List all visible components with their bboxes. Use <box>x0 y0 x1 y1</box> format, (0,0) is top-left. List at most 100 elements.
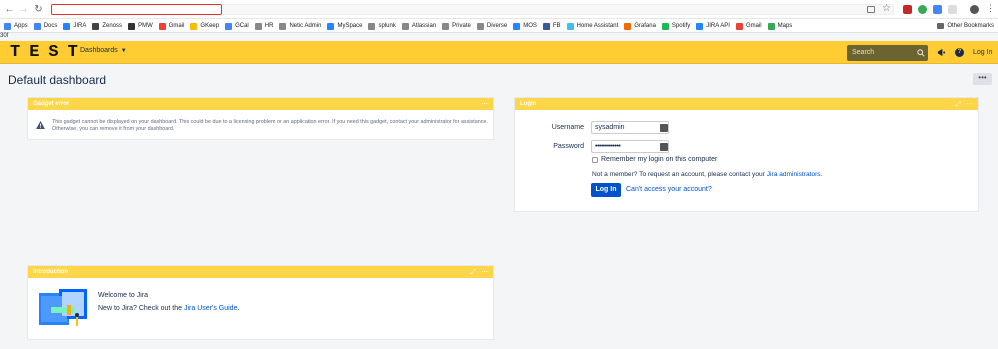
extension-icon[interactable] <box>948 5 957 14</box>
bookmark-icon <box>128 22 136 30</box>
bookmark-icon <box>566 22 574 30</box>
gadget-header: Introduction ⤢ ⋯ <box>28 266 493 278</box>
password-label: Password <box>553 143 584 150</box>
bookmark-icon <box>513 22 521 30</box>
bookmark-item[interactable]: Grafana <box>624 19 656 32</box>
bookmark-item[interactable]: PMW <box>128 19 153 32</box>
warning-icon <box>36 121 45 129</box>
bookmark-label: Gmail <box>168 23 185 29</box>
bookmark-icon <box>225 22 233 30</box>
bookmark-item[interactable]: FB <box>542 19 561 32</box>
menu-icon[interactable]: ⋮ <box>986 3 995 14</box>
bookmark-label: Apps <box>14 23 28 29</box>
gadget-title: Introduction <box>33 269 68 275</box>
profile-avatar-icon[interactable] <box>970 5 979 14</box>
more-icon[interactable]: ⋯ <box>481 269 488 276</box>
bookmark-label: Maps <box>777 23 793 29</box>
cast-icon[interactable] <box>867 6 875 13</box>
reload-icon[interactable]: ↻ <box>33 4 44 15</box>
bookmark-label: PMW <box>138 23 153 29</box>
bookmark-item[interactable]: MySpace <box>327 19 363 32</box>
bookmarks-bar: Apps Docs JIRA Zenoss PMW Gmail GKeep GCal HR Net… <box>0 19 998 33</box>
more-icon[interactable]: ⋯ <box>966 101 973 108</box>
bookmark-icon <box>476 22 484 30</box>
bookmark-item[interactable]: Atlassian <box>401 19 437 32</box>
other-bookmarks[interactable]: Other Bookmarks <box>937 19 994 33</box>
username-field[interactable]: sysadmin <box>591 121 669 134</box>
remember-checkbox[interactable] <box>592 157 598 163</box>
bookmark-item[interactable]: Zenoss <box>92 19 122 32</box>
bookmark-label: Grafana <box>634 23 656 29</box>
header-login-link[interactable]: Log In <box>973 49 992 56</box>
remember-label[interactable]: Remember my login on this computer <box>601 156 717 163</box>
bookmark-label: Private <box>452 23 471 29</box>
bookmark-item[interactable]: Apps <box>4 19 28 32</box>
bookmark-item[interactable]: Private <box>442 19 471 32</box>
browser-toolbar: ← → ↻ ☆ ⋮ <box>0 0 998 19</box>
bookmark-icon <box>661 22 669 30</box>
bookmark-item[interactable]: HR <box>254 19 273 32</box>
bookmark-item[interactable]: Maps <box>767 19 793 32</box>
bookmark-item[interactable]: Gmail <box>158 19 185 32</box>
address-bar-tail[interactable] <box>222 4 894 15</box>
app-logo[interactable]: TEST <box>10 44 87 62</box>
dashboards-menu[interactable]: Dashboards ▼ <box>80 47 127 54</box>
bookmark-label: JIRA API <box>706 23 730 29</box>
gadget-error-message: This gadget cannot be displayed on your … <box>52 119 488 132</box>
cant-access-link[interactable]: Can't access your account? <box>626 186 712 193</box>
expand-icon[interactable]: ⤢ <box>955 101 961 108</box>
bookmark-label: GKeep <box>200 23 220 29</box>
drive-icon[interactable] <box>918 5 927 14</box>
gadget-login: Login ⤢ ⋯ <box>514 97 979 212</box>
bookmark-icon <box>327 22 335 30</box>
password-field[interactable]: ••••••••••••• <box>591 140 669 153</box>
help-icon[interactable]: ? <box>955 48 964 57</box>
address-bar[interactable] <box>51 4 222 15</box>
bookmark-item[interactable]: GKeep <box>190 19 220 32</box>
bookmark-item[interactable]: MOS <box>513 19 537 32</box>
bookmark-label: Netic Admin <box>289 23 322 29</box>
back-arrow-icon[interactable]: ← <box>4 4 15 15</box>
chevron-down-icon: ▼ <box>120 47 127 54</box>
gadget-header: Gadget error ⋯ <box>28 98 493 110</box>
bookmark-label: Spotify <box>671 23 691 29</box>
forward-arrow-icon[interactable]: → <box>18 4 29 15</box>
dashboards-menu-label: Dashboards <box>80 47 118 54</box>
bookmark-item[interactable]: JIRA API <box>696 19 730 32</box>
password-manager-icon[interactable] <box>660 124 668 132</box>
bookmark-item[interactable]: Netic Admin <box>279 19 322 32</box>
bookmark-icon <box>735 22 743 30</box>
bookmark-label: FB <box>552 23 561 29</box>
bookmark-item[interactable]: JIRA <box>63 19 86 32</box>
bookmark-item[interactable]: Docs <box>33 19 57 32</box>
page-tag: 30f <box>0 33 9 39</box>
new-to-jira-text: New to Jira? Check out the Jira User's G… <box>98 305 239 312</box>
user-guide-link[interactable]: Jira User's Guide <box>184 305 237 312</box>
gadget-title: Gadget error <box>33 101 70 107</box>
jira-administrators-link[interactable]: Jira administrators <box>767 171 821 178</box>
extension-icon[interactable] <box>933 5 942 14</box>
bookmark-icon <box>696 22 704 30</box>
bookmark-item[interactable]: Home Assistant <box>566 19 618 32</box>
megaphone-icon[interactable] <box>937 48 946 57</box>
password-manager-icon[interactable] <box>660 143 668 151</box>
bookmark-icon <box>254 22 262 30</box>
bookmark-item[interactable]: Diverse <box>476 19 507 32</box>
bookmark-item[interactable]: Spotify <box>661 19 691 32</box>
bookmark-icon <box>4 22 11 30</box>
bookmark-item[interactable]: Gmail <box>735 19 762 32</box>
bookmark-label: Atlassian <box>411 23 437 29</box>
login-button[interactable]: Log In <box>591 183 621 197</box>
search-input[interactable]: Search <box>847 45 928 61</box>
bookmark-label: splunk <box>378 23 396 29</box>
more-icon[interactable]: ⋯ <box>481 101 488 108</box>
bookmark-item[interactable]: GCal <box>225 19 249 32</box>
bookmark-label: MySpace <box>337 23 363 29</box>
expand-icon[interactable]: ⤢ <box>470 269 476 276</box>
extension-icon[interactable] <box>903 5 912 14</box>
welcome-text: Welcome to Jira <box>98 292 149 299</box>
bookmark-icon <box>63 22 71 30</box>
dashboard-more-button[interactable]: ••• <box>973 73 992 85</box>
star-icon[interactable]: ☆ <box>882 3 891 14</box>
bookmark-item[interactable]: splunk <box>368 19 396 32</box>
